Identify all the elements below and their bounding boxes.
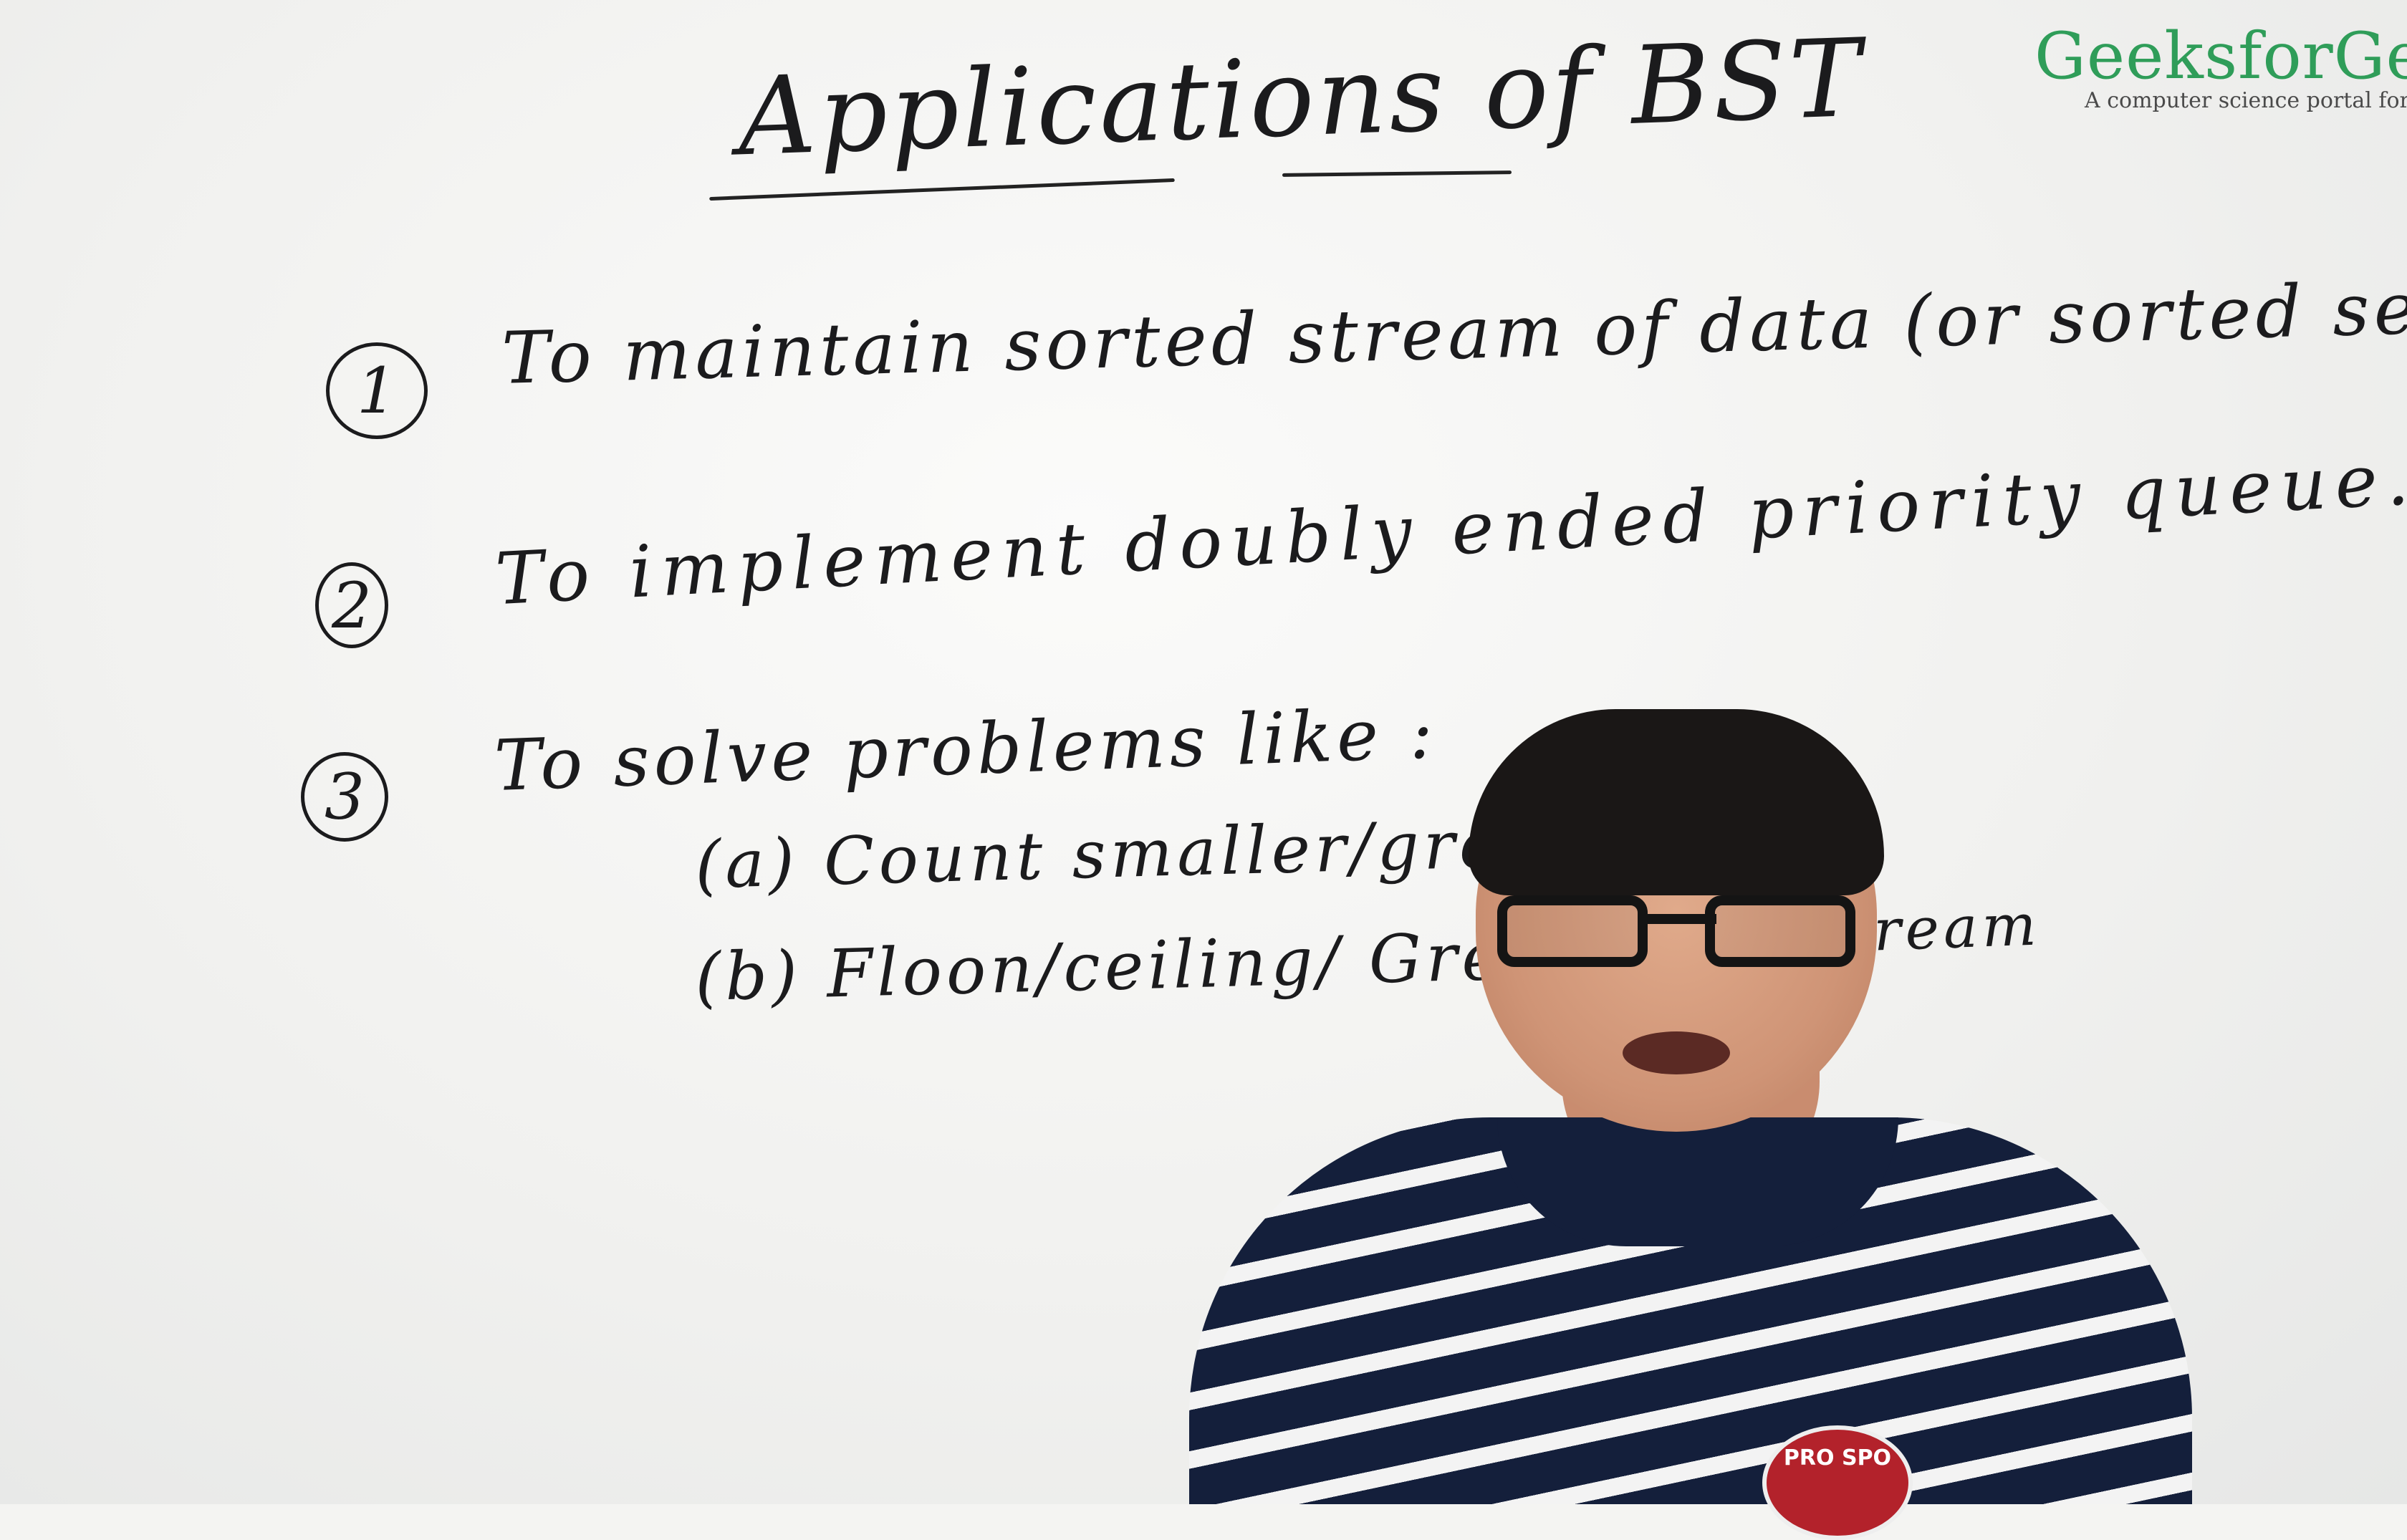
geeksforgeeks-logo: GeeksforGee A computer science portal fo… xyxy=(2034,19,2407,113)
logo-tagline: A computer science portal for g xyxy=(2085,88,2407,113)
item-2-number: 2 xyxy=(315,562,388,648)
presenter: PRO SPO xyxy=(1189,688,2192,1540)
subitem-a-label: (a) xyxy=(693,824,800,904)
presenter-mouth xyxy=(1623,1031,1730,1074)
shirt-badge: PRO SPO xyxy=(1762,1425,1913,1540)
subitem-b-label: (b) xyxy=(693,936,803,1016)
logo-brand: GeeksforGee xyxy=(2034,19,2407,94)
item-3-number: 3 xyxy=(301,752,388,842)
presenter-hair xyxy=(1469,709,1884,895)
glasses-icon xyxy=(1497,895,1870,974)
item-1-number: 1 xyxy=(326,342,428,439)
